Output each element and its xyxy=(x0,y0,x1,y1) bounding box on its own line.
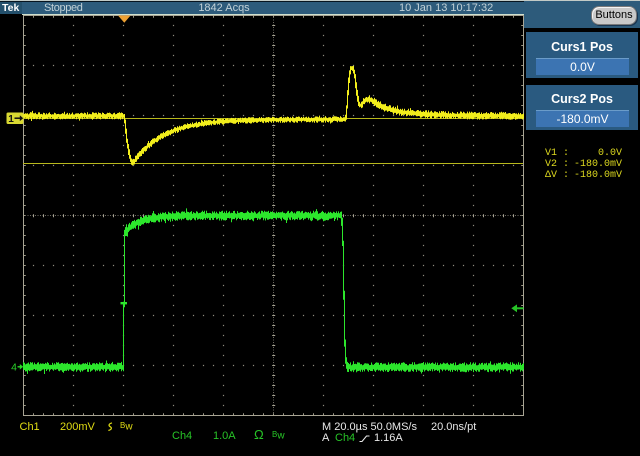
svg-text:1: 1 xyxy=(8,114,14,125)
svg-text:4: 4 xyxy=(11,362,17,374)
